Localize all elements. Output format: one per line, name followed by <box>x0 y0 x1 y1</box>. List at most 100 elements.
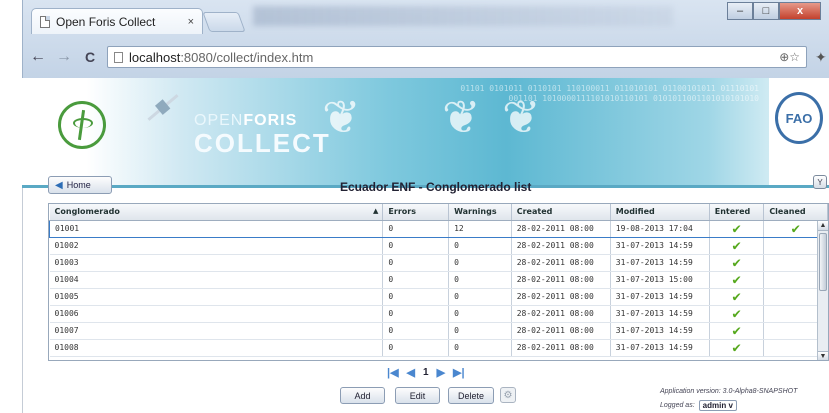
table-row[interactable]: 01005 0 0 28-02-2011 08:00 31-07-2013 14:59 ✔ <box>49 288 828 306</box>
checkmark-icon: ✔ <box>732 305 741 322</box>
cell-modified: 31-07-2013 14:59 <box>610 288 710 306</box>
first-page-icon[interactable]: |◀ <box>387 366 399 379</box>
cell-conglomerado: 01003 <box>49 254 384 272</box>
maximize-button[interactable]: □ <box>753 2 779 20</box>
vertical-scrollbar[interactable]: ▲ ▼ <box>817 221 828 360</box>
column-header-errors[interactable]: Errors <box>382 204 450 221</box>
cell-created: 28-02-2011 08:00 <box>511 322 611 340</box>
scrollbar-thumb[interactable] <box>819 233 827 291</box>
checkmark-icon: ✔ <box>732 339 741 356</box>
cell-errors: 0 <box>382 322 450 340</box>
navigation-bar: ← → C localhost :8080/collect/index.htm … <box>23 42 829 72</box>
next-page-icon[interactable]: ▶ <box>437 366 445 379</box>
wrench-icon[interactable]: ✦ <box>815 49 827 66</box>
cell-modified: 31-07-2013 14:59 <box>610 305 710 323</box>
cell-created: 28-02-2011 08:00 <box>511 254 611 272</box>
new-tab-button[interactable] <box>202 12 246 32</box>
cell-modified: 31-07-2013 14:59 <box>610 237 710 255</box>
edit-button[interactable]: Edit <box>395 387 440 404</box>
checkmark-icon: ✔ <box>732 220 741 237</box>
cell-modified: 19-08-2013 17:04 <box>610 219 710 238</box>
column-header-created[interactable]: Created <box>511 204 611 221</box>
cell-entered: ✔ <box>709 339 765 357</box>
cell-conglomerado: 01006 <box>49 305 384 323</box>
fao-logo-icon: FAO <box>775 92 823 144</box>
table-row[interactable]: 01003 0 0 28-02-2011 08:00 31-07-2013 14:59 ✔ <box>49 254 828 272</box>
cell-created: 28-02-2011 08:00 <box>511 339 611 357</box>
page-icon <box>40 15 50 28</box>
browser-tab[interactable]: Open Foris Collect × <box>31 8 203 34</box>
tree-icon: ❦ <box>322 91 361 143</box>
logged-user-info: Logged as: admin v <box>660 400 737 411</box>
cell-errors: 0 <box>382 219 450 238</box>
add-button[interactable]: Add <box>340 387 385 404</box>
cell-errors: 0 <box>382 254 450 272</box>
pagination: |◀ ◀ 1 ▶ ▶| <box>387 366 473 379</box>
cell-modified: 31-07-2013 14:59 <box>610 322 710 340</box>
cell-entered: ✔ <box>709 254 765 272</box>
reload-icon[interactable]: C <box>79 46 101 68</box>
window-controls: – □ x <box>727 2 821 20</box>
column-header-modified[interactable]: Modified <box>610 204 710 221</box>
cell-entered: ✔ <box>709 288 765 306</box>
page-icon <box>114 51 123 63</box>
cell-entered: ✔ <box>709 322 765 340</box>
chevron-down-icon: v <box>728 401 733 410</box>
table-row[interactable]: 01006 0 0 28-02-2011 08:00 31-07-2013 14:59 ✔ <box>49 305 828 323</box>
browser-chrome: Open Foris Collect × – □ x ← → C localho… <box>22 0 829 78</box>
cell-warnings: 0 <box>448 288 512 306</box>
user-dropdown[interactable]: admin v <box>698 400 737 411</box>
checkmark-icon: ✔ <box>732 288 741 305</box>
prev-page-icon[interactable]: ◀ <box>407 366 415 379</box>
cell-warnings: 0 <box>448 237 512 255</box>
url-host: localhost <box>129 49 181 65</box>
cell-entered: ✔ <box>709 219 765 238</box>
brand-collect: COLLECT <box>194 128 331 158</box>
cell-created: 28-02-2011 08:00 <box>511 305 611 323</box>
column-header-cleaned[interactable]: Cleaned <box>763 204 828 221</box>
column-header-conglomerado[interactable]: Conglomerado ▲ <box>49 204 384 221</box>
cell-conglomerado: 01007 <box>49 322 384 340</box>
scroll-up-icon[interactable]: ▲ <box>818 221 828 231</box>
table-row[interactable]: 01007 0 0 28-02-2011 08:00 31-07-2013 14:59 ✔ <box>49 322 828 340</box>
cell-entered: ✔ <box>709 305 765 323</box>
close-window-button[interactable]: x <box>779 2 821 20</box>
tab-title: Open Foris Collect <box>56 14 156 29</box>
column-header-warnings[interactable]: Warnings <box>448 204 512 221</box>
cell-warnings: 0 <box>448 254 512 272</box>
address-bar[interactable]: localhost :8080/collect/index.htm ⊕☆ <box>107 46 807 68</box>
records-grid: Conglomerado ▲ Errors Warnings Created Mo… <box>48 203 829 361</box>
table-row[interactable]: 01008 0 0 28-02-2011 08:00 31-07-2013 14:59 ✔ <box>49 339 828 357</box>
checkmark-icon: ✔ <box>732 271 741 288</box>
checkmark-icon: ✔ <box>791 220 800 237</box>
page-title: Ecuador ENF - Conglomerado list <box>340 180 532 194</box>
table-row[interactable]: 01002 0 0 28-02-2011 08:00 31-07-2013 14:59 ✔ <box>49 237 828 255</box>
cell-created: 28-02-2011 08:00 <box>511 288 611 306</box>
logged-label: Logged as: <box>660 402 695 409</box>
cell-conglomerado: 01004 <box>49 271 384 289</box>
column-header-entered[interactable]: Entered <box>709 204 765 221</box>
table-row[interactable]: 01004 0 0 28-02-2011 08:00 31-07-2013 15:00 ✔ <box>49 271 828 289</box>
back-icon[interactable]: ← <box>27 46 49 68</box>
checkmark-icon: ✔ <box>732 254 741 271</box>
scroll-down-icon[interactable]: ▼ <box>818 351 828 360</box>
open-foris-logo-icon <box>58 101 106 149</box>
cell-created: 28-02-2011 08:00 <box>511 237 611 255</box>
filter-icon[interactable]: Y <box>813 175 827 189</box>
forward-icon[interactable]: → <box>53 46 75 68</box>
cell-warnings: 0 <box>448 322 512 340</box>
binary-pattern: 01101 0101011 0110101 110100011 01101010… <box>460 84 759 103</box>
home-label: Home <box>66 180 91 190</box>
last-page-icon[interactable]: ▶| <box>453 366 465 379</box>
minimize-button[interactable]: – <box>727 2 753 20</box>
table-row[interactable]: 01001 0 12 28-02-2011 08:00 19-08-2013 17:04… <box>49 219 828 238</box>
home-button[interactable]: ◀ Home <box>48 176 112 194</box>
cell-errors: 0 <box>382 237 450 255</box>
checkmark-icon: ✔ <box>732 237 741 254</box>
close-tab-icon[interactable]: × <box>188 16 194 28</box>
cell-conglomerado: 01002 <box>49 237 384 255</box>
export-icon[interactable]: ⚙ <box>500 387 516 403</box>
cell-errors: 0 <box>382 271 450 289</box>
delete-button[interactable]: Delete <box>448 387 494 404</box>
bookmark-star-icon[interactable]: ⊕☆ <box>779 50 800 64</box>
